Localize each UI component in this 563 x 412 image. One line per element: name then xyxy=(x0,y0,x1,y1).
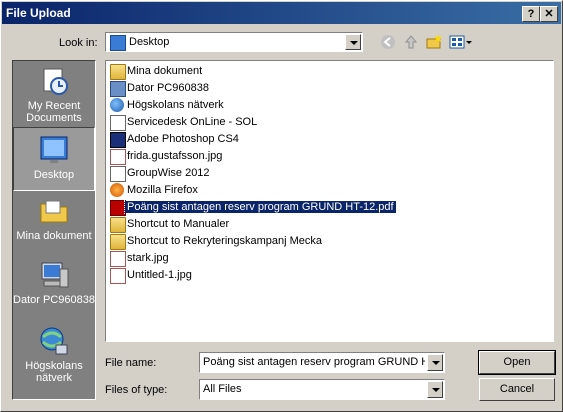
place-label: Desktop xyxy=(33,169,75,181)
file-list[interactable]: Mina dokument Dator PC960838 Högskolans … xyxy=(105,60,554,342)
computer-icon xyxy=(110,81,126,97)
new-folder-icon[interactable] xyxy=(425,33,443,51)
network-icon xyxy=(110,98,124,112)
network-icon xyxy=(38,325,70,357)
window-title: File Upload xyxy=(6,6,71,20)
up-folder-icon[interactable] xyxy=(402,33,420,51)
pdf-file-icon xyxy=(110,200,126,216)
file-type-value: All Files xyxy=(203,383,242,395)
chevron-down-icon[interactable] xyxy=(427,354,443,371)
place-label: Mina dokument xyxy=(16,230,92,242)
desktop-icon xyxy=(38,134,70,166)
folder-shortcut-icon xyxy=(110,217,126,233)
title-bar[interactable]: File Upload ? ✕ xyxy=(2,2,561,24)
look-in-dropdown[interactable]: Desktop xyxy=(105,32,363,52)
place-label: Högskolans nätverk xyxy=(25,360,83,384)
file-type-label: Files of type: xyxy=(105,384,168,396)
groupwise-icon xyxy=(110,166,126,182)
place-dator[interactable]: Dator PC960838 xyxy=(13,259,95,321)
look-in-value: Desktop xyxy=(129,36,170,48)
places-bar: My Recent Documents Desktop Mina dokumen… xyxy=(12,60,96,400)
cancel-button[interactable]: Cancel xyxy=(479,378,555,401)
firefox-icon xyxy=(110,183,124,197)
place-hogskolans-natverk[interactable]: Högskolans nätverk xyxy=(13,325,95,387)
chevron-down-icon[interactable] xyxy=(427,381,443,398)
place-label: Dator PC960838 xyxy=(13,294,95,306)
look-in-label: Look in: xyxy=(59,37,98,49)
image-file-icon xyxy=(110,149,126,165)
image-file-icon xyxy=(110,268,126,284)
shortcut-icon xyxy=(110,115,126,131)
photoshop-icon xyxy=(110,132,126,148)
open-button[interactable]: Open xyxy=(478,350,556,375)
file-name-value[interactable]: Poäng sist antagen reserv program GRUND … xyxy=(203,356,425,368)
help-button[interactable]: ? xyxy=(522,6,540,22)
desktop-icon xyxy=(110,35,126,51)
file-name-field[interactable]: Poäng sist antagen reserv program GRUND … xyxy=(199,352,445,373)
back-arrow-icon[interactable] xyxy=(379,33,397,51)
folder-icon xyxy=(110,64,126,80)
image-file-icon xyxy=(110,251,126,267)
place-label: My Recent Documents xyxy=(26,100,82,124)
place-my-recent-documents[interactable]: My Recent Documents xyxy=(13,65,95,127)
file-name-label: File name: xyxy=(105,357,157,369)
place-desktop[interactable]: Desktop xyxy=(13,127,95,191)
close-button[interactable]: ✕ xyxy=(540,6,558,22)
folder-icon xyxy=(38,195,70,227)
views-menu-icon[interactable] xyxy=(448,33,474,51)
file-upload-dialog: File Upload ? ✕ Look in: Desktop My Rece… xyxy=(0,0,563,412)
chevron-down-icon[interactable] xyxy=(345,34,361,50)
computer-icon xyxy=(38,259,70,291)
folder-shortcut-icon xyxy=(110,234,126,250)
recent-documents-icon xyxy=(38,65,70,97)
file-type-dropdown[interactable]: All Files xyxy=(199,379,445,400)
place-mina-dokument[interactable]: Mina dokument xyxy=(13,195,95,251)
